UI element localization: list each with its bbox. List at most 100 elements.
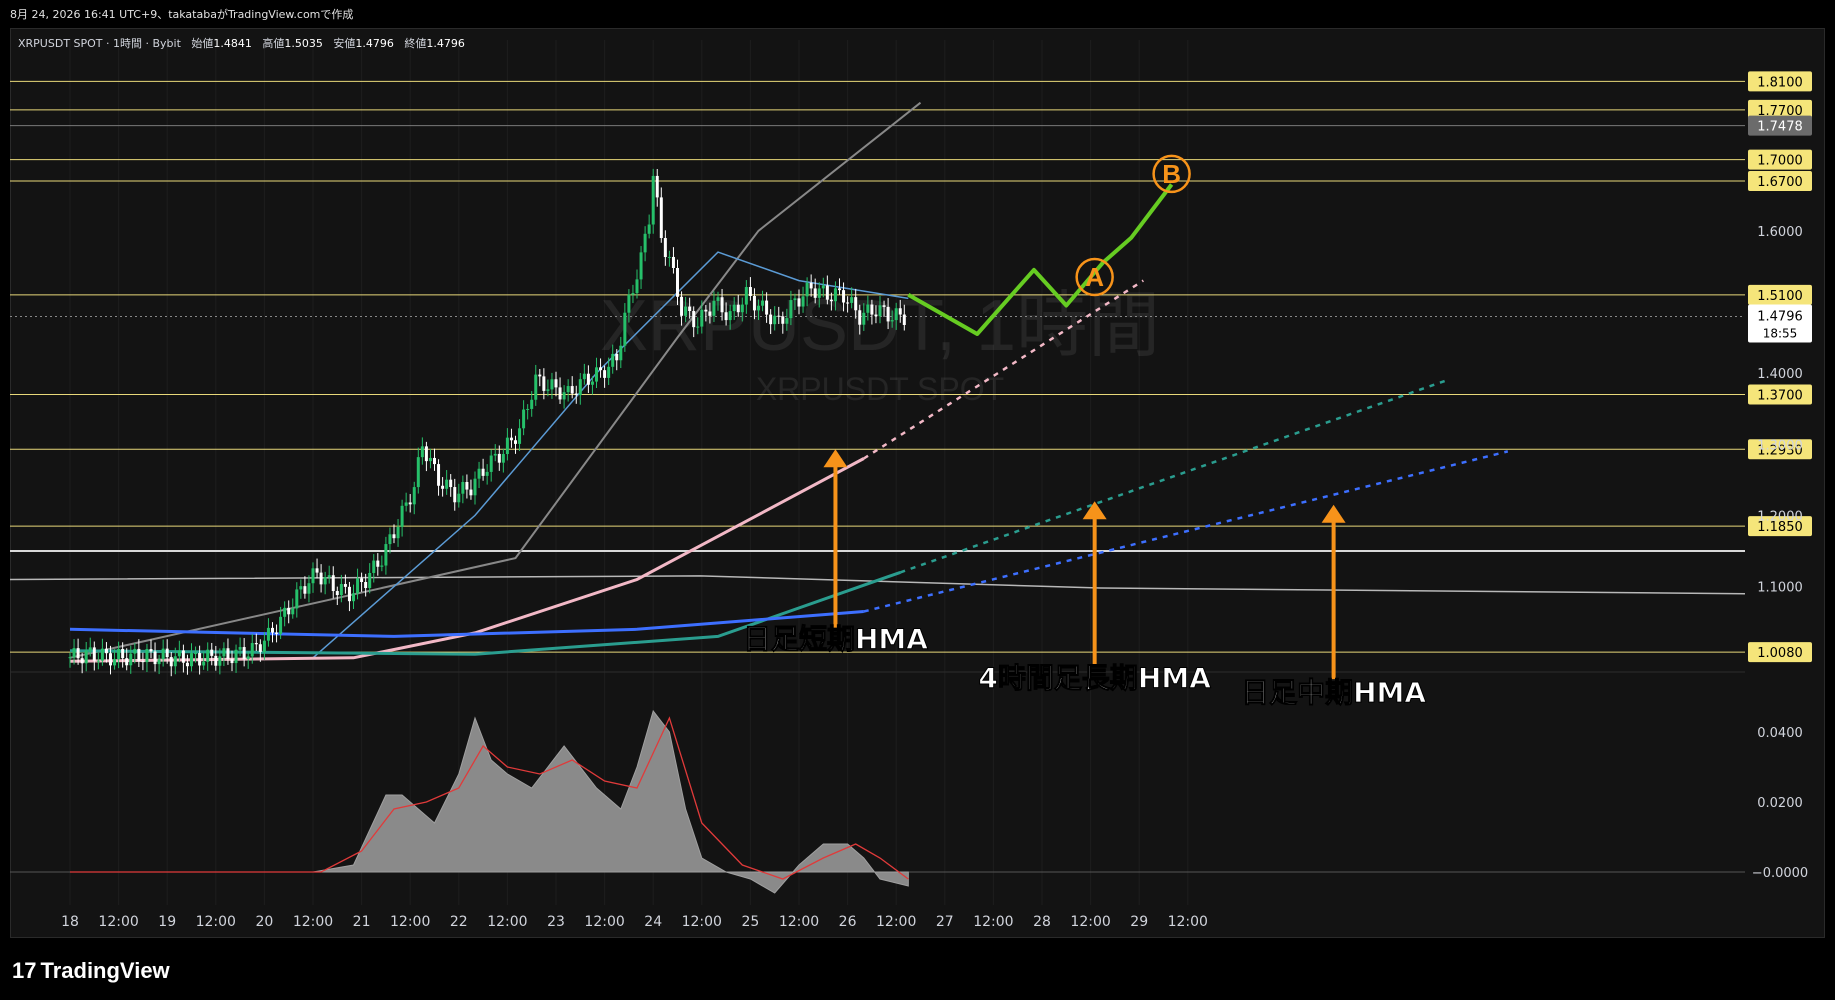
candle-body [603,370,607,378]
candle-body [169,657,173,667]
candle-body [408,502,412,505]
time-tick-label: 12:00 [487,914,527,930]
candle-body [736,304,740,313]
candle-body [773,315,777,325]
candle-body [230,659,234,664]
candle-body [153,651,157,665]
candle-body [80,658,84,664]
candle-body [522,409,526,429]
candle-body [76,648,80,659]
level-price-label: 1.0080 [1757,646,1803,661]
candle-body [295,589,299,609]
hma-annotation-label: 4時間足長期HMA [978,662,1211,695]
candle-body [109,653,112,666]
candle-body [279,616,283,634]
candle-body [453,487,457,503]
candle-body [477,468,481,479]
candle-body [894,308,898,321]
annotations: 日足短期HMA 4時間足長期HMA 日足中期HMA [742,449,1427,709]
time-tick-label: 12:00 [98,914,138,930]
candle-body [315,568,319,573]
oscillator-tick-label: 0.0200 [1757,796,1803,811]
price-tick-label: 1.6000 [1757,225,1803,240]
legend-open-label: 始値 [191,37,214,50]
candle-body [396,526,400,539]
candle-body [238,647,242,650]
candle-body [534,374,538,400]
candle-body [275,632,279,634]
candle-body [271,627,274,633]
candle-body [578,379,582,396]
candle-body [234,649,238,664]
time-tick-label: 27 [936,914,954,930]
candle-body [874,314,878,317]
wave-label: B [1162,159,1181,189]
candle-body [214,655,218,666]
candle-body [347,586,351,602]
candle-body [242,647,246,659]
candle-body [84,650,88,664]
candle-body [696,326,700,328]
candle-body [291,608,295,615]
candle-body [190,653,193,667]
time-tick-label: 12:00 [196,914,236,930]
time-tick-label: 28 [1033,914,1051,930]
legend-open: 1.4841 [213,37,252,50]
candle-body [854,297,858,311]
candle-body [850,297,854,303]
candle-body [96,660,100,662]
candle-body [769,314,773,325]
candle-body [311,568,315,584]
candle-body [878,305,882,317]
candle-body [667,256,671,258]
candle-body [173,656,177,667]
chart-canvas[interactable]: XRPUSDT, 1時間 XRPUSDT SPOT AB 日足短期HMA4時間足… [0,0,1835,1000]
candle-body [445,479,449,489]
candle-body [509,437,513,441]
time-tick-label: 23 [547,914,565,930]
time-tick-label: 29 [1130,914,1148,930]
candle-body [404,502,408,506]
candle-body [283,607,287,617]
candle-body [586,373,590,385]
candle-body [825,285,829,300]
candle-body [724,312,728,321]
candle-body [882,305,886,307]
candle-body [898,308,902,315]
candle-body [902,314,906,325]
time-tick-label: 12:00 [876,914,916,930]
candle-body [514,440,517,444]
candle-body [761,300,765,306]
candle-body [809,282,813,289]
level-price-label: 1.3700 [1757,388,1803,403]
current-price-label: 1.4796 [1757,309,1803,324]
candle-body [424,446,428,462]
level-price-label: 1.7000 [1757,154,1803,169]
candle-body [149,649,153,652]
candle-body [469,489,473,496]
candle-body [364,582,368,589]
candle-body [595,367,598,382]
candle-body [797,298,801,307]
candle-body [688,306,692,312]
candle-body [582,373,586,380]
candle-body [712,300,716,316]
time-tick-label: 18 [61,914,79,930]
candle-body [542,376,546,391]
candle-body [412,487,416,505]
candle-body [287,607,291,615]
candle-body [226,648,230,660]
candle-body [181,650,185,663]
candle-body [505,437,509,455]
price-tick-label: 1.2000 [1757,509,1803,524]
candle-body [752,295,756,311]
candle-body [177,650,181,657]
candle-body [639,252,643,280]
tradingview-logo[interactable]: 17 TradingView [12,958,170,984]
candle-body [627,294,631,313]
candle-body [92,647,96,661]
candle-body [615,353,619,361]
candle-body [331,575,335,592]
time-tick-label: 25 [741,914,759,930]
candle-body [842,290,846,303]
